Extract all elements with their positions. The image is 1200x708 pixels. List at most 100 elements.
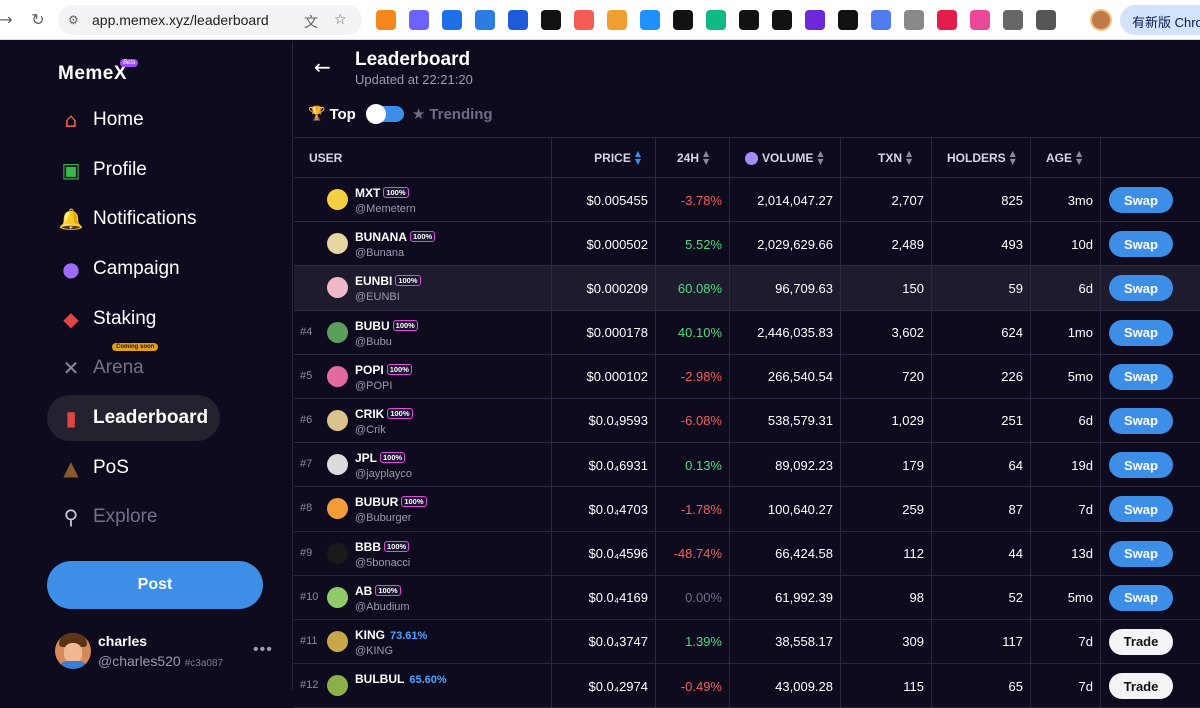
extension-icon[interactable]	[640, 10, 660, 30]
extension-icon[interactable]	[904, 10, 924, 30]
extension-icon[interactable]	[442, 10, 462, 30]
back-arrow-icon[interactable]: ←	[314, 55, 331, 79]
url-text[interactable]: app.memex.xyz/leaderboard	[92, 12, 269, 28]
trade-button[interactable]: Trade	[1109, 673, 1173, 700]
user-cell[interactable]: MXT 100% @Memetern	[294, 178, 552, 222]
table-row[interactable]: #5 POPI 100% @POPI $0.000102 -2.98% 266,540.54…	[294, 354, 1200, 399]
user-cell[interactable]: #6 CRIK 100% @Crik	[294, 398, 552, 443]
table-row[interactable]: EUNBI 100% @EUNBI $0.000209 60.08% 96,709.63 1…	[294, 266, 1200, 311]
swap-button[interactable]: Swap	[1109, 187, 1173, 213]
token-avatar[interactable]	[327, 277, 348, 299]
toggle-switch[interactable]	[365, 104, 404, 124]
table-row[interactable]: #11 KING 73.61% @KING $0.0₄3747 1.39% 38,558.1…	[294, 619, 1200, 665]
sidebar-item-profile[interactable]: ▣ Profile	[47, 147, 159, 193]
col-holders[interactable]: HOLDERS ▲ ▼	[932, 138, 1031, 178]
token-avatar[interactable]	[327, 409, 348, 431]
token-avatar[interactable]	[327, 454, 348, 476]
token-avatar[interactable]	[327, 189, 348, 210]
token-avatar[interactable]	[327, 321, 348, 343]
reload-icon[interactable]: ↻	[28, 10, 48, 30]
sidebar-item-staking[interactable]: ◆ Staking	[47, 296, 168, 342]
col-24h[interactable]: 24H ▲ ▼	[656, 138, 730, 178]
chrome-update-button[interactable]: 有新版 Chrome	[1120, 5, 1200, 35]
token-name[interactable]: AB 100%	[355, 584, 401, 598]
token-name[interactable]: BBB 100%	[355, 540, 410, 554]
swap-button[interactable]: Swap	[1109, 452, 1173, 479]
extension-icon[interactable]	[739, 10, 759, 30]
token-handle[interactable]: @5bonacci	[355, 557, 410, 569]
user-cell[interactable]: #10 AB 100% @Abudium	[294, 575, 552, 620]
extension-icon[interactable]	[970, 10, 990, 30]
token-name[interactable]: BUBUR 100%	[355, 495, 427, 509]
extension-icon[interactable]	[607, 10, 627, 30]
post-button[interactable]: Post	[47, 561, 263, 609]
token-name[interactable]: BUBU 100%	[355, 319, 418, 333]
sort-icon[interactable]: ▲ ▼	[1010, 150, 1016, 166]
sidebar-item-explore[interactable]: ⚲ Explore	[47, 494, 169, 540]
extension-icon[interactable]	[1036, 10, 1056, 30]
token-handle[interactable]: @Crik	[355, 424, 386, 436]
token-avatar[interactable]	[327, 233, 348, 255]
swap-button[interactable]: Swap	[1109, 363, 1173, 390]
user-cell[interactable]: #7 JPL 100% @jayplayco	[294, 443, 552, 488]
translate-icon[interactable]: 文	[304, 12, 320, 31]
sort-icon[interactable]: ▲ ▼	[703, 150, 709, 166]
token-name[interactable]: BULBUL 65.60%	[355, 672, 447, 686]
table-row[interactable]: #12 BULBUL 65.60% $0.0₄2974 -0.49% 43,009.28 1…	[294, 664, 1200, 708]
address-bar[interactable]: ⚙ app.memex.xyz/leaderboard 文 ☆	[58, 5, 362, 35]
user-cell[interactable]: #8 BUBUR 100% @Buburger	[294, 487, 552, 532]
table-row[interactable]: MXT 100% @Memetern $0.005455 -3.78% 2,014,047…	[294, 178, 1200, 223]
token-handle[interactable]: @Bunana	[355, 247, 404, 259]
token-handle[interactable]: @EUNBI	[355, 291, 400, 303]
extension-icon[interactable]	[1003, 10, 1023, 30]
extension-icon[interactable]	[706, 10, 726, 30]
token-name[interactable]: EUNBI 100%	[355, 274, 421, 288]
token-handle[interactable]: @KING	[355, 645, 393, 657]
user-cell[interactable]: EUNBI 100% @EUNBI	[294, 266, 552, 311]
token-handle[interactable]: @Bubu	[355, 336, 392, 348]
extension-icon[interactable]	[673, 10, 693, 30]
forward-icon[interactable]: →	[0, 10, 16, 30]
swap-button[interactable]: Swap	[1109, 584, 1173, 611]
memex-logo[interactable]: MemeX	[58, 63, 127, 85]
swap-button[interactable]: Swap	[1109, 540, 1173, 567]
toggle-top-label[interactable]: Top	[329, 106, 355, 123]
table-row[interactable]: #4 BUBU 100% @Bubu $0.000178 40.10% 2,446,035.…	[294, 310, 1200, 355]
user-cell[interactable]: #11 KING 73.61% @KING	[294, 619, 552, 664]
token-handle[interactable]: @Memetern	[355, 203, 416, 215]
user-cell[interactable]: #12 BULBUL 65.60%	[294, 664, 552, 708]
token-handle[interactable]: @Buburger	[355, 512, 411, 524]
token-avatar[interactable]	[327, 498, 348, 520]
user-cell[interactable]: #9 BBB 100% @5bonacci	[294, 531, 552, 576]
token-handle[interactable]: @jayplayco	[355, 468, 412, 480]
sort-icon[interactable]: ▲ ▼	[1076, 150, 1082, 166]
col-txn[interactable]: TXN ▲ ▼	[841, 138, 932, 178]
swap-button[interactable]: Swap	[1109, 275, 1173, 302]
token-handle[interactable]: @Abudium	[355, 601, 410, 613]
sort-icon[interactable]: ▲ ▼	[906, 150, 912, 166]
token-name[interactable]: BUNANA 100%	[355, 230, 436, 244]
token-name[interactable]: POPI 100%	[355, 363, 412, 377]
sidebar-item-arena[interactable]: ✕ Arena Coming soon	[47, 343, 159, 391]
token-name[interactable]: CRIK 100%	[355, 407, 413, 421]
extension-icon[interactable]	[541, 10, 561, 30]
token-avatar[interactable]	[327, 365, 348, 387]
toggle-trending-label[interactable]: Trending	[429, 106, 492, 123]
token-handle[interactable]: @POPI	[355, 380, 392, 392]
browser-profile-avatar[interactable]	[1090, 9, 1112, 31]
extension-icon[interactable]	[937, 10, 957, 30]
token-avatar[interactable]	[327, 586, 348, 608]
table-row[interactable]: BUNANA 100% @Bunana $0.000502 5.52% 2,029,629…	[294, 222, 1200, 267]
swap-button[interactable]: Swap	[1109, 319, 1173, 346]
sort-icon[interactable]: ▲ ▼	[635, 150, 641, 166]
token-avatar[interactable]	[327, 630, 348, 652]
user-cell[interactable]: BUNANA 100% @Bunana	[294, 222, 552, 267]
extension-icon[interactable]	[871, 10, 891, 30]
table-row[interactable]: #6 CRIK 100% @Crik $0.0₄9593 -6.08% 538,579.31…	[294, 398, 1200, 444]
sidebar-item-leaderboard[interactable]: ▮ Leaderboard	[47, 395, 221, 441]
sidebar-item-campaign[interactable]: ● Campaign	[47, 246, 192, 292]
col-volume[interactable]: VOLUME ▲ ▼	[730, 138, 841, 178]
token-name[interactable]: JPL 100%	[355, 451, 406, 465]
swap-button[interactable]: Swap	[1109, 496, 1173, 523]
swap-button[interactable]: Swap	[1109, 407, 1173, 434]
